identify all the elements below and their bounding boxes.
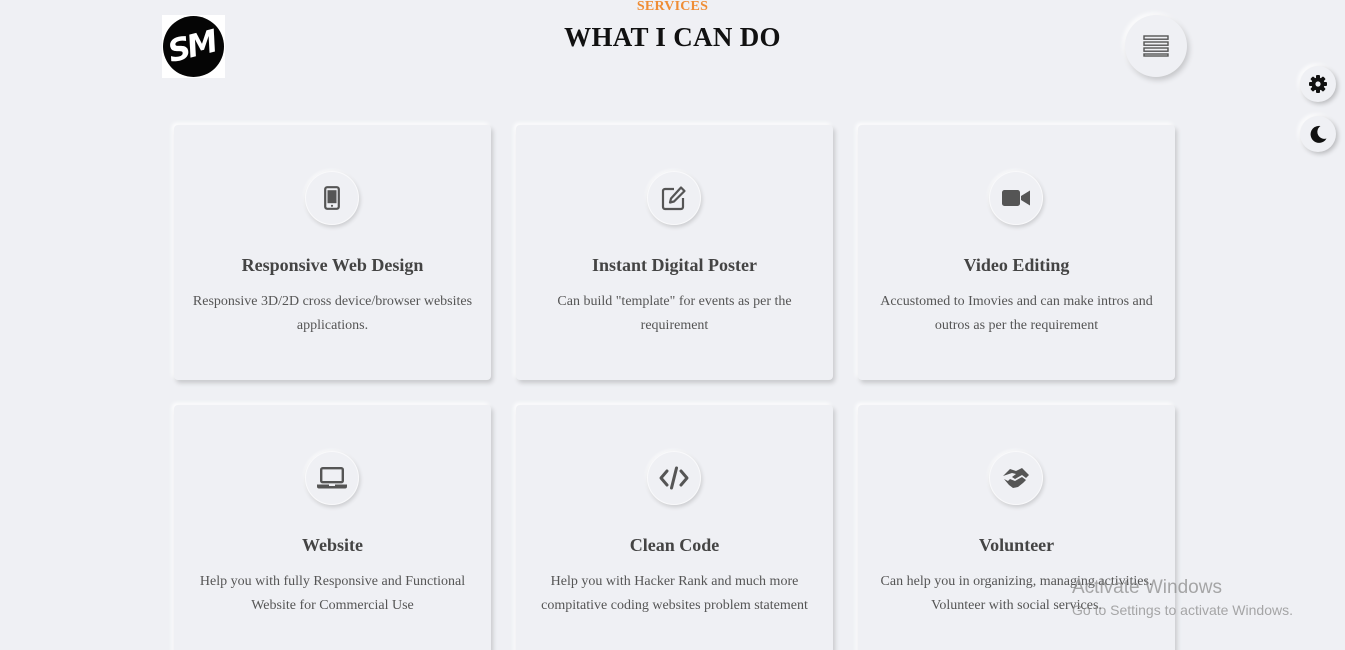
service-icon-wrap	[989, 171, 1043, 225]
service-card-responsive-web-design[interactable]: Responsive Web Design Responsive 3D/2D c…	[174, 125, 491, 380]
section-subtitle: SERVICES	[636, 0, 709, 14]
service-icon-wrap	[647, 451, 701, 505]
service-card-website[interactable]: Website Help you with fully Responsive a…	[174, 405, 491, 650]
service-description: Help you with fully Responsive and Funct…	[199, 574, 466, 613]
menu-button[interactable]	[1125, 15, 1187, 77]
service-title: Clean Code	[629, 535, 720, 555]
edit-icon	[661, 186, 686, 211]
service-title: Instant Digital Poster	[592, 255, 757, 275]
activate-windows-watermark: Activate Windows Go to Settings to activ…	[1072, 577, 1293, 618]
watermark-subtitle: Go to Settings to activate Windows.	[1072, 602, 1293, 618]
service-icon-wrap	[305, 451, 359, 505]
theme-toggle-button[interactable]	[1300, 116, 1336, 152]
service-title: Website	[302, 535, 363, 555]
service-description: Can build "template" for events as per t…	[557, 294, 792, 333]
service-description: Accustomed to Imovies and can make intro…	[880, 294, 1153, 333]
gear-icon	[1309, 75, 1327, 93]
laptop-icon	[317, 467, 347, 489]
service-icon-wrap	[989, 451, 1043, 505]
handshake-icon	[1003, 468, 1029, 488]
watermark-title: Activate Windows	[1072, 577, 1222, 598]
service-description: Responsive 3D/2D cross device/browser we…	[192, 294, 473, 333]
service-title: Volunteer	[978, 535, 1055, 555]
service-title: Video Editing	[963, 255, 1070, 275]
video-camera-icon	[1002, 190, 1030, 206]
mobile-icon	[324, 186, 340, 210]
service-icon-wrap	[647, 171, 701, 225]
service-icon-wrap	[305, 171, 359, 225]
service-title: Responsive Web Design	[241, 255, 424, 275]
code-icon	[659, 466, 689, 490]
service-card-video-editing[interactable]: Video Editing Accustomed to Imovies and …	[858, 125, 1175, 380]
service-description: Help you with Hacker Rank and much more …	[541, 574, 808, 613]
service-card-instant-digital-poster[interactable]: Instant Digital Poster Can build "templa…	[516, 125, 833, 380]
service-card-clean-code[interactable]: Clean Code Help you with Hacker Rank and…	[516, 405, 833, 650]
hamburger-icon	[1143, 35, 1169, 57]
settings-button[interactable]	[1300, 66, 1336, 102]
moon-icon	[1310, 125, 1327, 143]
